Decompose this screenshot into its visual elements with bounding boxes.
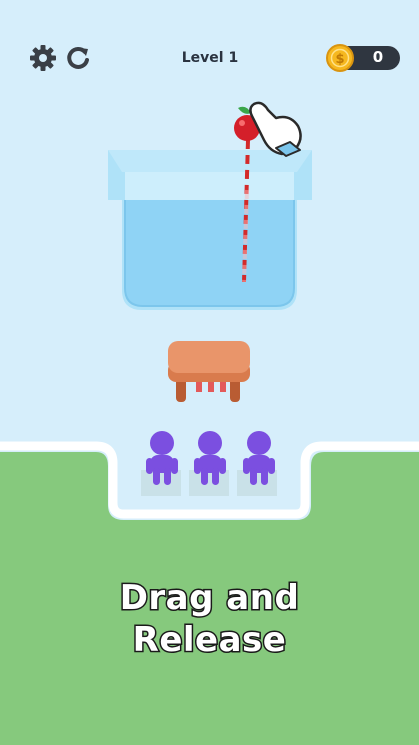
gear-icon[interactable] — [28, 43, 58, 73]
instruction-line-2: Release — [131, 619, 287, 662]
coin-count: 0 — [372, 48, 384, 66]
svg-text:$: $ — [335, 52, 344, 67]
instruction-line-1: Drag and — [118, 577, 300, 620]
dollar-coin-icon: $ — [326, 44, 354, 72]
restart-icon[interactable] — [63, 43, 93, 73]
water-tank — [108, 150, 312, 310]
level-label: Level 1 — [181, 50, 239, 66]
